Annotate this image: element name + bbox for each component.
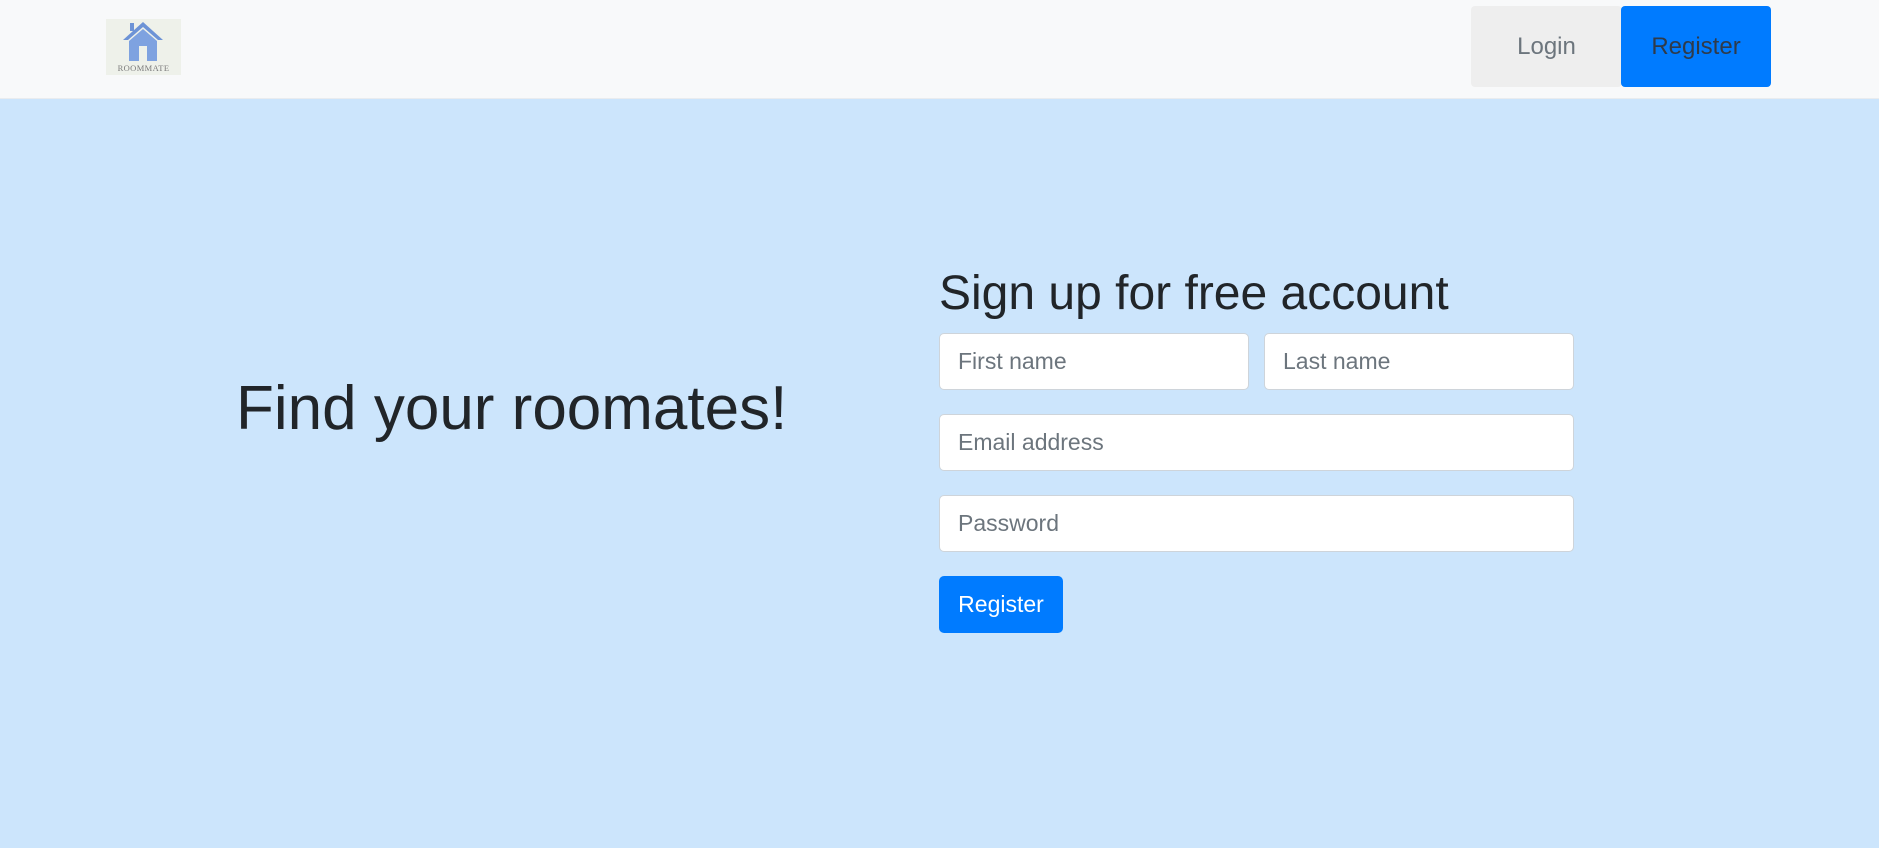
house-logo-icon: [123, 22, 163, 61]
nav-register-button[interactable]: Register: [1621, 6, 1771, 87]
nav-login-button[interactable]: Login: [1471, 6, 1622, 87]
hero-headline: Find your roomates!: [236, 374, 788, 443]
first-name-input[interactable]: [939, 333, 1249, 390]
register-submit-button[interactable]: Register: [939, 576, 1063, 633]
signup-form-title: Sign up for free account: [939, 267, 1449, 320]
top-navbar: ROOMMATE Login Register: [0, 0, 1879, 99]
password-input[interactable]: [939, 495, 1574, 552]
email-input[interactable]: [939, 414, 1574, 471]
last-name-input[interactable]: [1264, 333, 1574, 390]
brand-logo-text: ROOMMATE: [117, 63, 170, 73]
brand-logo[interactable]: ROOMMATE: [106, 19, 181, 75]
